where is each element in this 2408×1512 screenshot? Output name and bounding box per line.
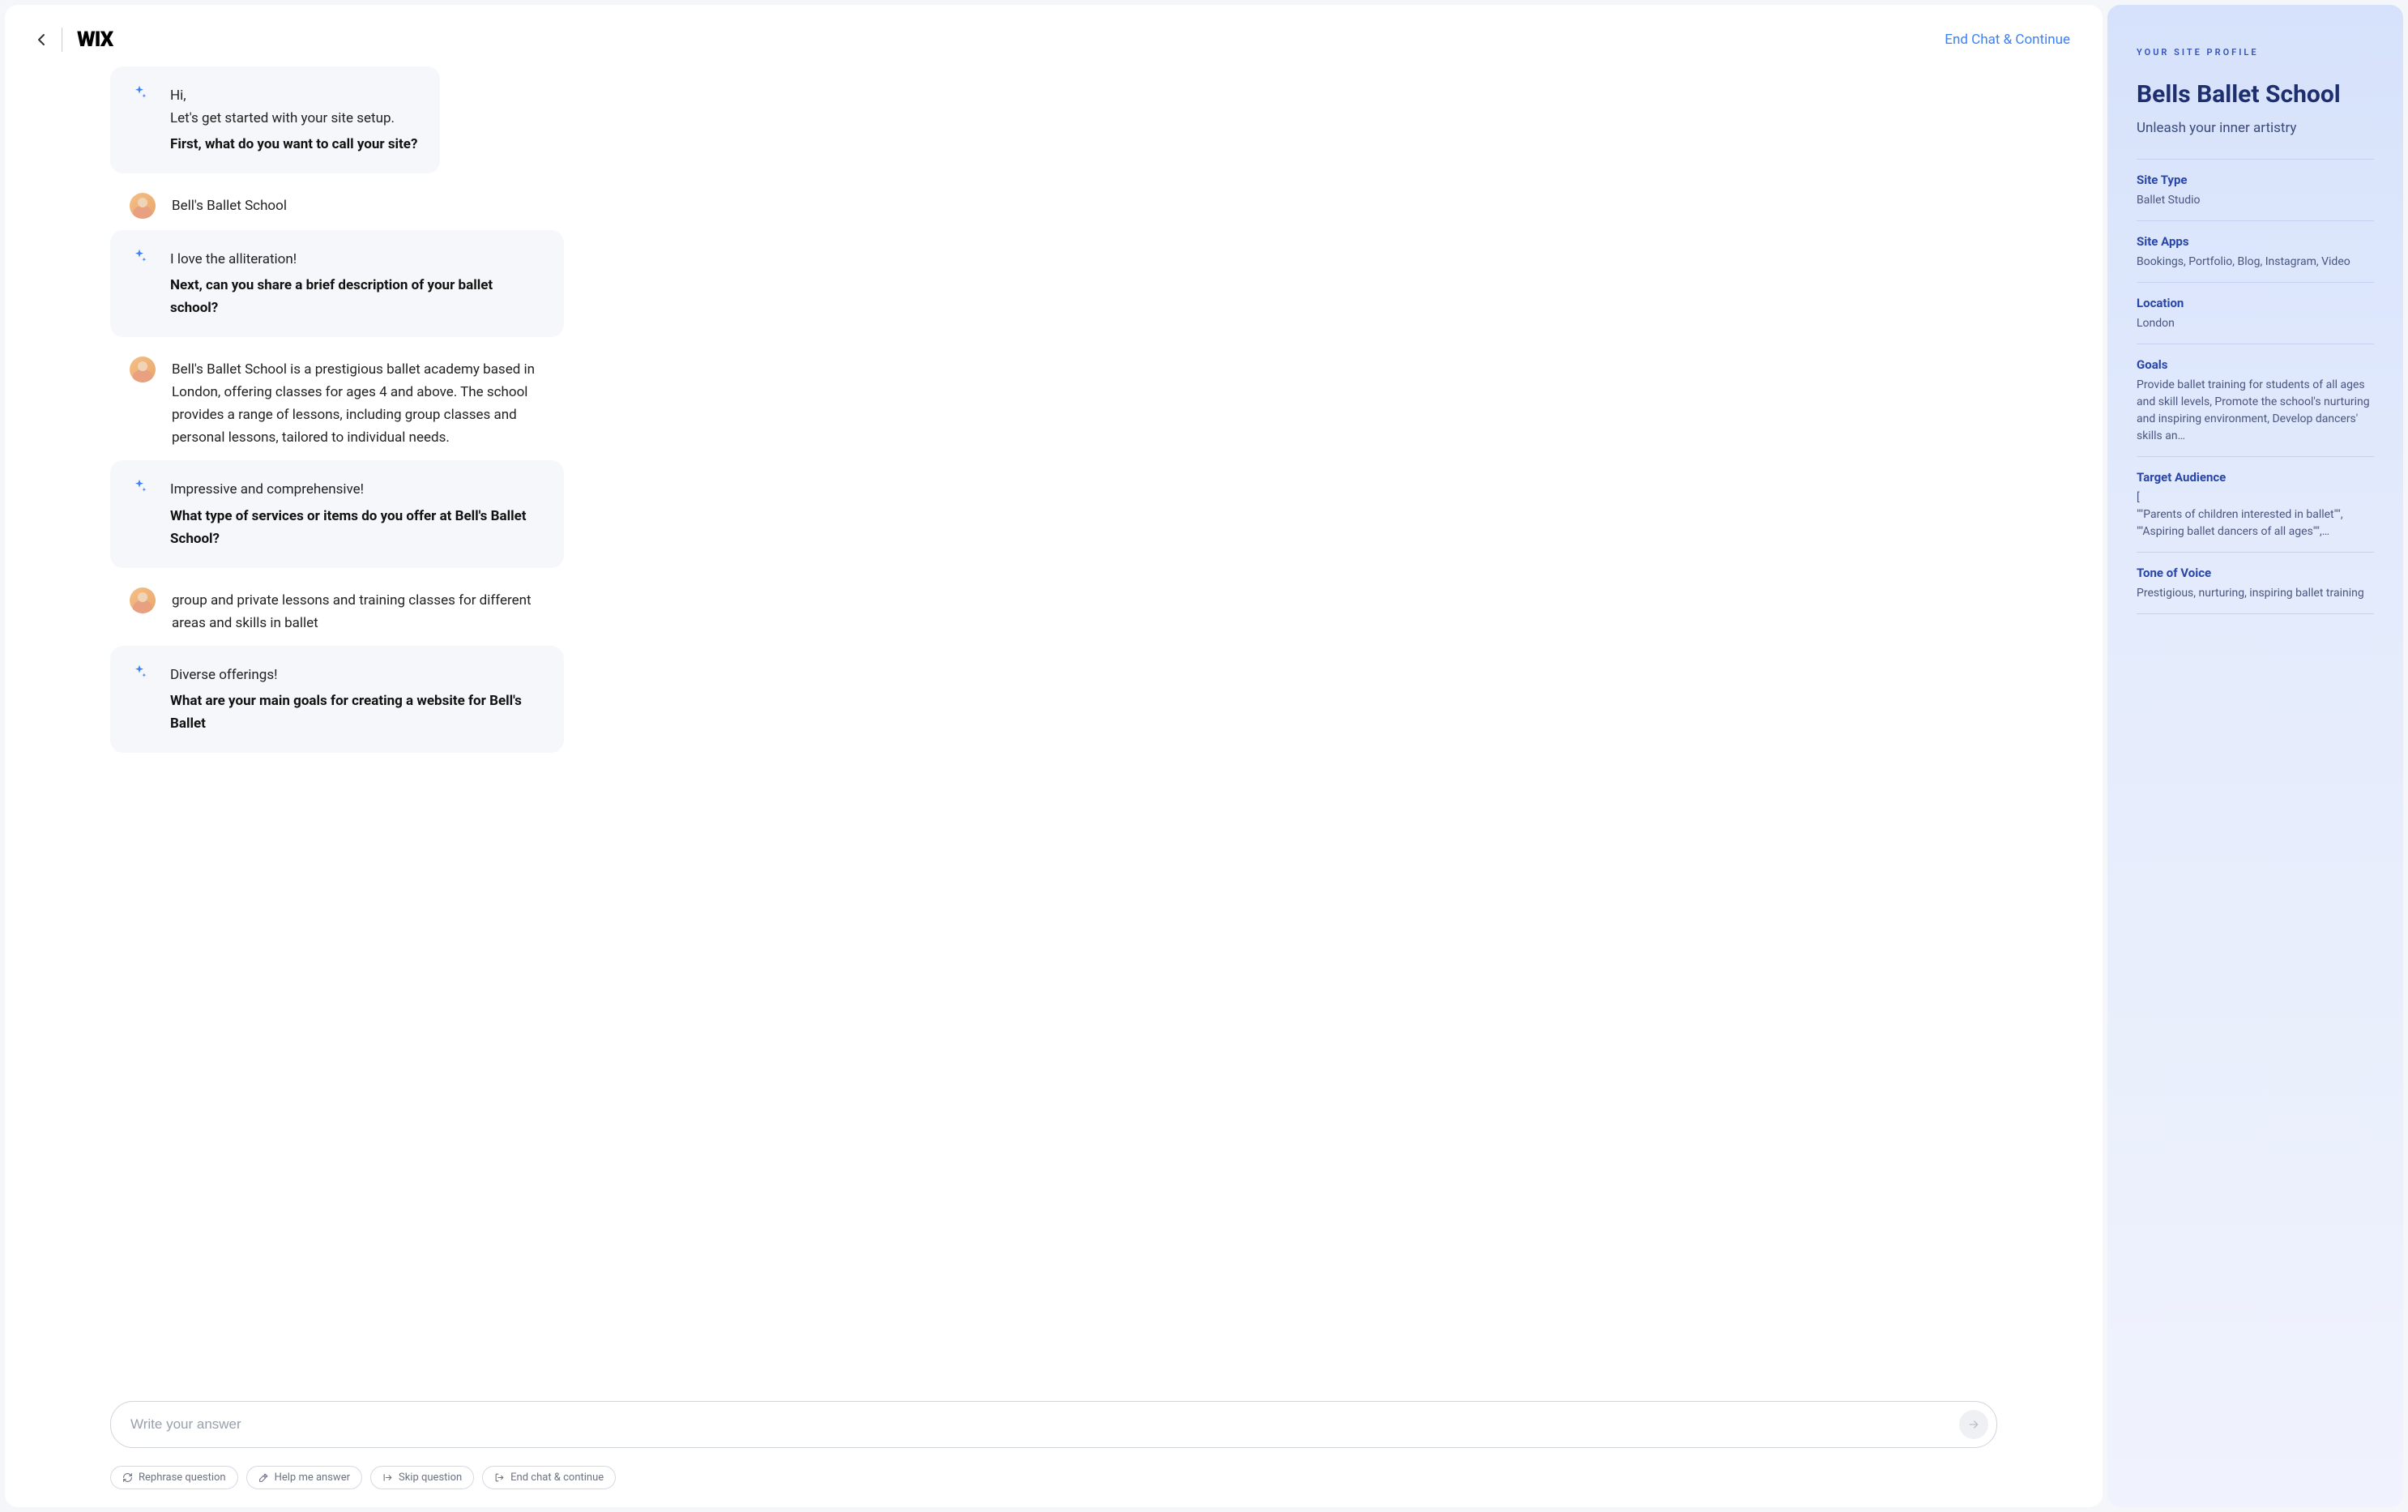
side-profile-panel: YOUR SITE PROFILE Bells Ballet School Un…: [2107, 5, 2403, 1507]
main-panel: WIX End Chat & Continue Hi, Let's get st…: [5, 5, 2103, 1507]
sparkle-icon: [131, 478, 147, 498]
section-label: Site Apps: [2137, 234, 2374, 249]
user-message: Bell's Ballet School: [110, 185, 564, 230]
chevron-left-icon: [37, 33, 45, 46]
section-value: London: [2137, 315, 2374, 332]
ai-content: Impressive and comprehensive! What type …: [133, 478, 541, 549]
section-value: Prestigious, nurturing, inspiring ballet…: [2137, 585, 2374, 602]
profile-label: YOUR SITE PROFILE: [2137, 47, 2374, 58]
pill-label: End chat & continue: [510, 1471, 604, 1484]
end-chat-link[interactable]: End Chat & Continue: [1945, 32, 2070, 48]
sparkle-icon: [131, 664, 147, 683]
profile-section-goals: Goals Provide ballet training for studen…: [2137, 344, 2374, 456]
chat-area: Hi, Let's get started with your site set…: [5, 66, 2103, 1401]
help-answer-button[interactable]: Help me answer: [246, 1466, 362, 1489]
section-label: Site Type: [2137, 173, 2374, 187]
send-button[interactable]: [1959, 1410, 1988, 1439]
user-text: group and private lessons and training c…: [172, 587, 541, 634]
section-value: Provide ballet training for students of …: [2137, 377, 2374, 445]
action-pills: Rephrase question Help me answer Skip qu…: [5, 1458, 2103, 1507]
ai-message: Hi, Let's get started with your site set…: [110, 66, 2070, 173]
arrow-right-icon: [1967, 1418, 1980, 1431]
profile-title: Bells Ballet School: [2137, 80, 2374, 109]
ai-question: What are your main goals for creating a …: [170, 690, 541, 735]
ai-question: First, what do you want to call your sit…: [170, 133, 417, 156]
ai-text-line: Hi,: [170, 84, 417, 107]
section-label: Tone of Voice: [2137, 566, 2374, 580]
user-message: group and private lessons and training c…: [110, 579, 564, 646]
input-container: [5, 1401, 2103, 1458]
wix-logo: WIX: [62, 28, 113, 52]
profile-section-target-audience: Target Audience [ ""Parents of children …: [2137, 456, 2374, 552]
refresh-icon: [122, 1472, 133, 1483]
input-wrapper: [110, 1401, 1997, 1448]
profile-section-tone: Tone of Voice Prestigious, nurturing, in…: [2137, 552, 2374, 614]
header: WIX End Chat & Continue: [5, 5, 2103, 66]
wand-icon: [258, 1472, 269, 1483]
ai-text-line: Impressive and comprehensive!: [170, 478, 541, 501]
ai-text-line: Diverse offerings!: [170, 664, 541, 686]
back-button[interactable]: [37, 33, 45, 46]
ai-content: Hi, Let's get started with your site set…: [133, 84, 417, 156]
profile-section-site-type: Site Type Ballet Studio: [2137, 159, 2374, 220]
profile-section-location: Location London: [2137, 282, 2374, 344]
section-value: Ballet Studio: [2137, 192, 2374, 209]
answer-input[interactable]: [130, 1416, 1959, 1433]
section-label: Target Audience: [2137, 470, 2374, 485]
ai-bubble: I love the alliteration! Next, can you s…: [110, 230, 564, 337]
section-label: Location: [2137, 296, 2374, 310]
ai-bubble: Hi, Let's get started with your site set…: [110, 66, 440, 173]
skip-icon: [382, 1472, 393, 1483]
ai-question: What type of services or items do you of…: [170, 505, 541, 550]
ai-text-line: Let's get started with your site setup.: [170, 107, 417, 130]
exit-icon: [494, 1472, 505, 1483]
ai-content: Diverse offerings! What are your main go…: [133, 664, 541, 735]
ai-message: I love the alliteration! Next, can you s…: [110, 230, 2070, 337]
profile-section-site-apps: Site Apps Bookings, Portfolio, Blog, Ins…: [2137, 220, 2374, 282]
user-message: Bell's Ballet School is a prestigious ba…: [110, 348, 564, 460]
header-left: WIX: [37, 28, 113, 52]
ai-bubble: Impressive and comprehensive! What type …: [110, 460, 564, 567]
sparkle-icon: [131, 84, 147, 104]
user-avatar: [130, 357, 156, 382]
pill-label: Rephrase question: [139, 1471, 226, 1484]
pill-label: Help me answer: [275, 1471, 350, 1484]
section-label: Goals: [2137, 357, 2374, 372]
user-text: Bell's Ballet School is a prestigious ba…: [172, 357, 541, 449]
sparkle-icon: [131, 248, 147, 267]
ai-bubble: Diverse offerings! What are your main go…: [110, 646, 564, 753]
end-chat-button[interactable]: End chat & continue: [482, 1466, 616, 1489]
pill-label: Skip question: [399, 1471, 462, 1484]
skip-button[interactable]: Skip question: [370, 1466, 474, 1489]
user-avatar: [130, 587, 156, 613]
ai-content: I love the alliteration! Next, can you s…: [133, 248, 541, 319]
user-text: Bell's Ballet School: [172, 193, 287, 217]
profile-tagline: Unleash your inner artistry: [2137, 120, 2374, 136]
section-value: Bookings, Portfolio, Blog, Instagram, Vi…: [2137, 254, 2374, 271]
ai-message: Diverse offerings! What are your main go…: [110, 646, 2070, 753]
ai-message: Impressive and comprehensive! What type …: [110, 460, 2070, 567]
ai-text-line: I love the alliteration!: [170, 248, 541, 271]
rephrase-button[interactable]: Rephrase question: [110, 1466, 238, 1489]
ai-question: Next, can you share a brief description …: [170, 274, 541, 319]
section-value: [ ""Parents of children interested in ba…: [2137, 489, 2374, 540]
user-avatar: [130, 193, 156, 219]
